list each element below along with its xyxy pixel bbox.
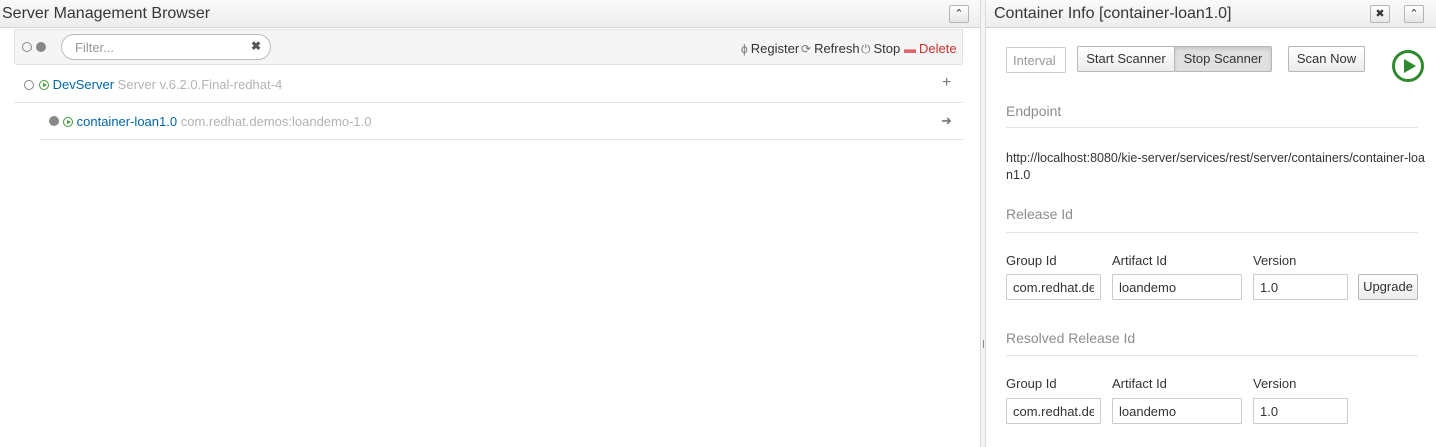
refresh-button[interactable]: ⟳ Refresh: [801, 41, 860, 56]
divider: [1006, 127, 1418, 128]
clear-filter-icon[interactable]: ✖: [251, 39, 261, 53]
group-id-label: Group Id: [1006, 253, 1057, 268]
chevron-up-icon: ⌃: [954, 8, 964, 20]
panel-header: Server Management Browser ⌃: [0, 0, 980, 28]
divider: [1006, 355, 1418, 356]
stop-label: Stop: [873, 41, 901, 56]
panel-title: Container Info [container-loan1.0]: [994, 5, 1232, 22]
bolt-icon: ϕ: [741, 42, 748, 56]
divider: [1006, 232, 1418, 233]
scan-now-button[interactable]: Scan Now: [1288, 46, 1365, 72]
resolved-version-input[interactable]: [1253, 398, 1348, 424]
container-release: com.redhat.demos:loandemo-1.0: [180, 114, 372, 129]
close-icon: ✖: [1375, 8, 1385, 20]
add-container-icon[interactable]: +: [942, 74, 951, 92]
endpoint-url: http://localhost:8080/kie-server/service…: [1006, 151, 1425, 182]
server-status-icon: [24, 80, 34, 90]
container-name-link[interactable]: container-loan1.0: [77, 114, 177, 129]
toolbar: ✖ ϕRegister ⟳Refresh ⏻Stop ▬Delete: [14, 29, 963, 65]
server-row[interactable]: DevServer Server v.6.2.0.Final-redhat-4 …: [14, 66, 963, 103]
artifact-id-label: Artifact Id: [1112, 376, 1167, 391]
close-button[interactable]: ✖: [1370, 5, 1390, 23]
minus-icon: ▬: [904, 42, 916, 56]
container-status-icon: [49, 116, 59, 126]
resolved-group-id-input[interactable]: [1006, 398, 1101, 424]
resolved-artifact-id-input[interactable]: [1112, 398, 1242, 424]
play-icon: [39, 80, 49, 90]
register-label: Register: [750, 41, 800, 56]
artifact-id-label: Artifact Id: [1112, 253, 1167, 268]
filter-input[interactable]: [61, 34, 271, 60]
release-id-title: Release Id: [1006, 206, 1073, 222]
group-id-label: Group Id: [1006, 376, 1057, 391]
panel-header: Container Info [container-loan1.0] ✖ ⌃: [986, 0, 1436, 28]
container-row[interactable]: container-loan1.0 com.redhat.demos:loand…: [39, 103, 963, 140]
refresh-label: Refresh: [814, 41, 860, 56]
all-status-icon[interactable]: [22, 42, 32, 52]
panel-title: Server Management Browser: [2, 5, 211, 22]
delete-button[interactable]: ▬ Delete: [904, 41, 957, 56]
upgrade-button[interactable]: Upgrade: [1358, 274, 1418, 300]
collapse-button[interactable]: ⌃: [1404, 5, 1424, 23]
version-label: Version: [1253, 253, 1297, 268]
splitter-grip[interactable]: [983, 340, 984, 348]
start-scanner-button[interactable]: Start Scanner: [1077, 46, 1175, 72]
collapse-button[interactable]: ⌃: [949, 5, 969, 23]
play-icon: [63, 117, 73, 127]
delete-label: Delete: [919, 41, 957, 56]
play-circle-icon[interactable]: [1392, 50, 1424, 82]
register-button[interactable]: ϕ Register: [741, 41, 799, 56]
resolved-release-id-title: Resolved Release Id: [1006, 330, 1136, 346]
version-label: Version: [1253, 376, 1297, 391]
server-description: Server v.6.2.0.Final-redhat-4: [117, 77, 283, 92]
server-management-panel: Server Management Browser ⌃ ✖ ϕRegister …: [0, 0, 980, 447]
chevron-up-icon: ⌃: [1409, 8, 1419, 20]
endpoint-title: Endpoint: [1006, 103, 1062, 119]
version-input[interactable]: [1253, 274, 1348, 300]
server-name-link[interactable]: DevServer: [53, 77, 114, 92]
power-icon: ⏻: [861, 42, 871, 56]
group-id-input[interactable]: [1006, 274, 1101, 300]
stop-button[interactable]: ⏻ Stop: [861, 41, 900, 57]
container-info-panel: Container Info [container-loan1.0] ✖ ⌃ S…: [986, 0, 1436, 447]
refresh-icon: ⟳: [801, 42, 812, 56]
artifact-id-input[interactable]: [1112, 274, 1242, 300]
interval-input[interactable]: [1006, 47, 1066, 73]
sign-in-icon[interactable]: ➜: [941, 113, 952, 129]
stop-scanner-button[interactable]: Stop Scanner: [1174, 46, 1272, 72]
stopped-status-icon[interactable]: [36, 42, 46, 52]
